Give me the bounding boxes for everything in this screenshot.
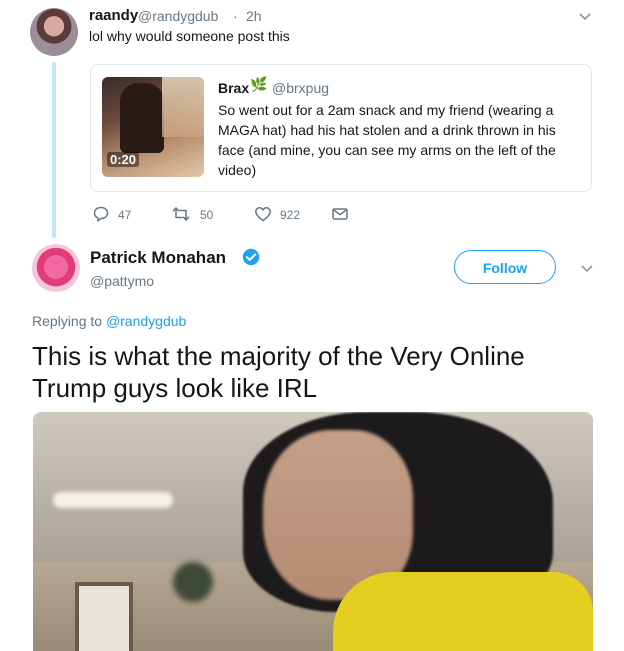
quoted-tweet-text: So went out for a 2am snack and my frien… (218, 102, 556, 178)
separator-dot: · (233, 8, 238, 24)
replying-to: Replying to @randygdub (32, 313, 186, 329)
like-icon[interactable] (254, 205, 272, 223)
leaf-emoji: 🌿 (250, 76, 268, 92)
author-handle[interactable]: @pattymo (90, 273, 154, 289)
tweet-text: This is what the majority of the Very On… (32, 341, 525, 403)
thread-line (52, 62, 56, 238)
reply-count: 47 (118, 208, 132, 222)
like-count: 922 (280, 208, 301, 222)
follow-button[interactable]: Follow (454, 250, 556, 284)
reply-icon[interactable] (92, 205, 110, 223)
replying-to-link[interactable]: @randygdub (106, 313, 186, 329)
retweet-icon[interactable] (172, 205, 190, 223)
tweet-text: lol why would someone post this (89, 28, 290, 44)
replying-prefix: Replying to (32, 313, 103, 329)
timestamp[interactable]: 2h (246, 8, 262, 24)
avatar[interactable] (32, 244, 80, 292)
retweet-count: 50 (200, 208, 214, 222)
chevron-down-icon[interactable] (580, 262, 594, 276)
author-name[interactable]: Patrick Monahan (90, 248, 226, 268)
message-icon[interactable] (331, 205, 349, 223)
verified-badge-icon (242, 248, 260, 266)
video-duration: 0:20 (107, 152, 140, 167)
author-name[interactable]: raandy (89, 7, 138, 24)
quoted-author-handle[interactable]: @brxpug (272, 80, 329, 96)
author-handle[interactable]: @randygdub (138, 8, 218, 24)
avatar[interactable] (30, 8, 78, 56)
tweet-media[interactable] (33, 412, 593, 651)
chevron-down-icon[interactable] (578, 10, 592, 24)
quoted-author-name[interactable]: Brax (218, 80, 249, 96)
